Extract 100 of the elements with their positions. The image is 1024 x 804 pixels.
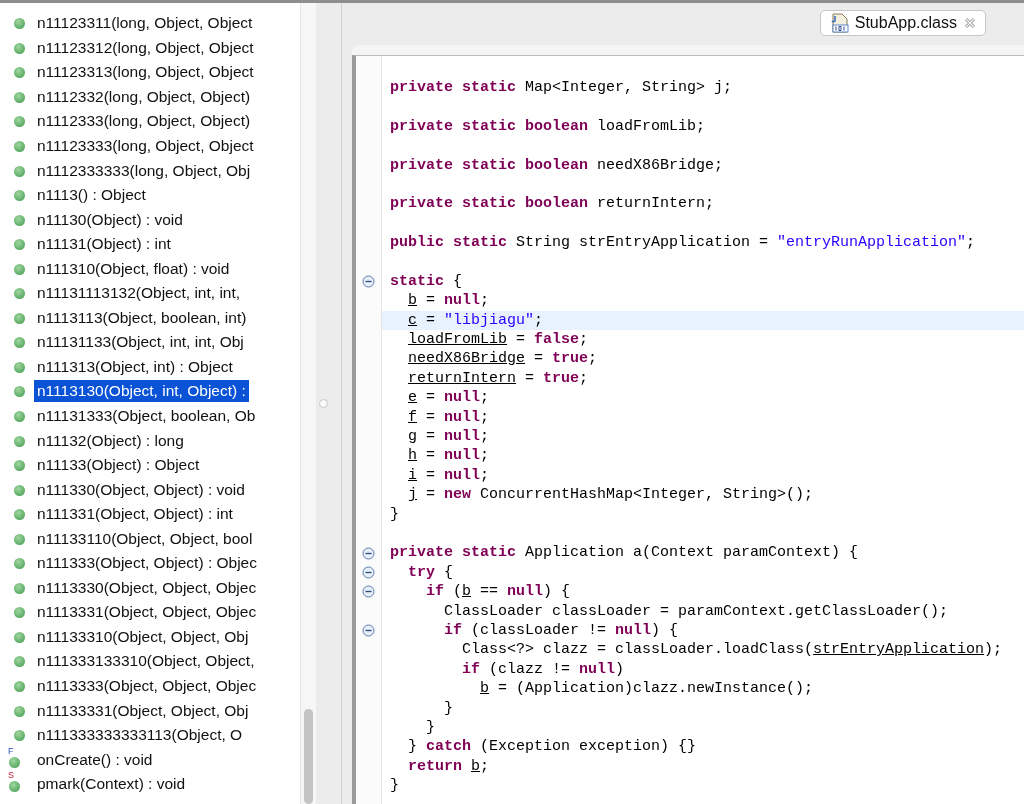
code-line: return b; [408,757,490,775]
outline-item[interactable]: n11133310(Object, Object, Obj [34,625,252,648]
code-line: private static Application a(Context paramContext) { [390,544,859,562]
code-line: public static String strEntryApplication = "entryRunApplication"; [390,234,976,252]
outline-item[interactable]: n1113() : Object [34,184,149,207]
code-line: ClassLoader classLoader = paramContext.getClassLoader(); [444,602,949,620]
code-line: j = new ConcurrentHashMap<Integer, String>(); [408,486,814,504]
code-line: g = null; [408,428,490,446]
method-icon [14,239,25,251]
outline-item[interactable]: n111333133310(Object, Object, [34,650,258,673]
method-icon [14,18,25,30]
code-line: private static boolean needX86Bridge; [390,156,724,174]
method-icon [14,288,25,300]
method-icon [14,42,25,54]
modifier-letter: S [8,771,14,781]
code-line: private static boolean loadFromLib; [390,117,706,135]
method-icon [14,141,25,152]
method-icon [14,411,25,422]
outline-item[interactable]: n1113330(Object, Object, Objec [34,576,260,599]
outline-item[interactable]: n11132(Object) : long [34,429,187,452]
method-icon [14,656,25,668]
outline-item[interactable]: n11123311(long, Object, Object [34,12,256,35]
outline-item[interactable]: n1112332(long, Object, Object) [34,85,254,108]
outline-item[interactable]: onCreate() : void [34,748,156,771]
collapse-icon[interactable] [362,275,375,289]
outline-item[interactable]: n11133(Object) : Object [34,454,203,477]
outline-item[interactable]: n11131333(Object, boolean, Ob [34,405,259,427]
method-icon [14,312,25,324]
outline-item[interactable]: pmark(Context) : void [34,773,189,796]
code-line: } [390,777,399,795]
outline-item[interactable]: n1113331(Object, Object, Objec [34,601,260,624]
collapse-icon[interactable] [362,624,375,638]
modifier-letter: F [8,746,14,756]
method-icon [14,681,25,693]
code-line: } [390,505,399,523]
outline-item[interactable]: n111313(Object, int) : Object [34,355,236,378]
outline-item[interactable]: n11123333(long, Object, Object [34,135,257,157]
code-line: } [444,699,453,717]
collapse-icon[interactable] [362,546,375,560]
sash-handle[interactable] [319,399,328,408]
code-line: if (clazz != null) [462,660,625,678]
outline-item[interactable]: n111330(Object, Object) : void [34,478,248,501]
code-line: } catch (Exception exception) {} [408,738,697,756]
method-icon [9,756,20,768]
outline-item[interactable]: n111333333333113(Object, O [34,724,246,747]
scrollbar-thumb[interactable] [304,709,313,804]
outline-item[interactable]: n11123313(long, Object, Object [34,61,257,84]
code-line: private static boolean returnIntern; [390,195,715,213]
code-line: if (classLoader != null) { [444,621,679,639]
outline-item[interactable]: n1112333333(long, Object, Obj [34,159,254,182]
method-icon [14,558,25,570]
method-icon [14,116,25,128]
code-line: Class<?> clazz = classLoader.loadClass(strEntryApplication); [462,641,1003,659]
code-line: if (b == null) { [426,583,571,601]
class-file-icon [830,13,849,33]
method-icon [14,263,25,275]
code-line: h = null; [408,447,490,465]
method-icon [14,435,25,447]
editor-tab[interactable]: StubApp.class [819,10,986,36]
code-line: f = null; [408,408,490,426]
outline-item[interactable]: n1113113(Object, boolean, int) [34,306,250,329]
method-icon [14,533,25,545]
code-line: c = "libjiagu"; [408,311,544,329]
outline-item[interactable]: n11131(Object) : int [34,233,174,256]
collapse-icon[interactable] [362,565,375,579]
method-icon [14,386,25,398]
outline-item[interactable]: n11133110(Object, Object, bool [34,527,256,550]
outline-item[interactable]: n11131113132(Object, int, int, [34,282,244,305]
outline-item[interactable]: n1113130(Object, int, Object) : [34,380,249,403]
method-icon [14,460,25,472]
outline-item[interactable]: n111333(Object, Object) : Objec [34,552,260,575]
code-line: returnIntern = true; [408,369,589,387]
code-line: try { [408,563,454,581]
code-line: } [426,718,435,736]
method-icon [14,190,25,202]
method-icon [14,705,25,717]
method-icon [14,67,25,79]
outline-item[interactable]: n111310(Object, float) : void [34,257,233,280]
code-line: i = null; [408,466,490,484]
code-line: private static Map<Integer, String> j; [390,79,733,96]
method-icon [14,337,25,349]
outline-item[interactable]: n11133331(Object, Object, Obj [34,699,252,722]
code-line: loadFromLib = false; [408,331,589,349]
outline-item[interactable]: n11123312(long, Object, Object [34,36,257,59]
code-line: static { [390,272,463,290]
method-icon [9,781,20,793]
method-icon [14,631,25,643]
outline-item[interactable]: n11131133(Object, int, int, Obj [34,331,247,354]
method-icon [14,484,25,496]
method-icon [14,214,25,226]
code-line: b = (Application)clazz.newInstance(); [480,680,814,698]
method-icon [14,582,25,594]
outline-item[interactable]: n11130(Object) : void [34,208,186,231]
outline-item[interactable]: n1112333(long, Object, Object) [34,110,254,133]
outline-item[interactable]: n111331(Object, Object) : int [34,503,236,526]
method-icon [14,361,25,373]
collapse-icon[interactable] [362,585,375,599]
outline-item[interactable]: n1113333(Object, Object, Objec [34,675,260,698]
code-line: needX86Bridge = true; [408,350,598,368]
code-line: e = null; [408,389,490,407]
